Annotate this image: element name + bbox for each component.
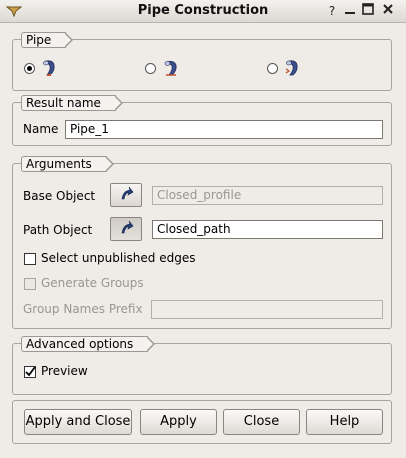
help-window-button[interactable]: ? — [324, 3, 340, 19]
pipe-option-1-icon — [43, 60, 55, 76]
checkmark-icon — [25, 366, 36, 377]
pipe-group: Pipe — [12, 32, 392, 91]
pipe-option-2-icon — [164, 61, 177, 76]
help-label: Help — [329, 414, 360, 429]
help-button[interactable]: Help — [306, 409, 383, 435]
pipe-option-1-radio[interactable] — [24, 63, 35, 74]
group-prefix-field[interactable] — [151, 300, 383, 319]
title-bar: Pipe Construction ? — [0, 0, 406, 23]
base-object-field[interactable]: Closed_profile — [152, 186, 383, 205]
close-button[interactable]: Close — [223, 409, 300, 435]
select-unpublished-label: Select unpublished edges — [41, 251, 196, 265]
base-object-label: Base Object — [23, 189, 96, 203]
base-object-select-button[interactable] — [110, 183, 142, 207]
close-label: Close — [243, 414, 280, 429]
path-object-label: Path Object — [23, 223, 93, 237]
select-arrow-icon — [121, 186, 134, 200]
apply-label: Apply — [160, 414, 197, 429]
close-icon — [383, 4, 393, 14]
close-window-button[interactable] — [380, 3, 396, 19]
name-input[interactable]: Pipe_1 — [65, 120, 383, 139]
path-object-select-button[interactable] — [110, 217, 142, 241]
apply-button[interactable]: Apply — [140, 409, 217, 435]
minimize-button[interactable] — [342, 3, 358, 19]
select-arrow-icon — [121, 220, 134, 234]
pipe-option-2-radio[interactable] — [145, 63, 156, 74]
path-object-field[interactable]: Closed_path — [152, 220, 383, 239]
preview-label: Preview — [41, 364, 88, 378]
maximize-icon — [362, 3, 374, 15]
select-unpublished-checkbox[interactable] — [24, 253, 36, 265]
preview-checkbox[interactable] — [24, 366, 36, 378]
advanced-options-group-title: Advanced options — [21, 336, 156, 352]
generate-groups-checkbox[interactable] — [24, 278, 36, 290]
pipe-option-3-icon — [285, 60, 298, 76]
apply-and-close-button[interactable]: Apply and Close — [24, 409, 132, 435]
generate-groups-label: Generate Groups — [41, 276, 144, 290]
pipe-group-title: Pipe — [21, 32, 74, 48]
minimize-icon — [345, 12, 355, 14]
maximize-button[interactable] — [360, 3, 376, 19]
name-label: Name — [23, 122, 59, 136]
apply-and-close-label: Apply and Close — [25, 414, 131, 429]
result-name-group-title: Result name — [21, 95, 123, 111]
group-prefix-label: Group Names Prefix — [23, 302, 143, 316]
pipe-option-3-radio[interactable] — [267, 63, 278, 74]
arguments-group-title: Arguments — [21, 156, 114, 172]
